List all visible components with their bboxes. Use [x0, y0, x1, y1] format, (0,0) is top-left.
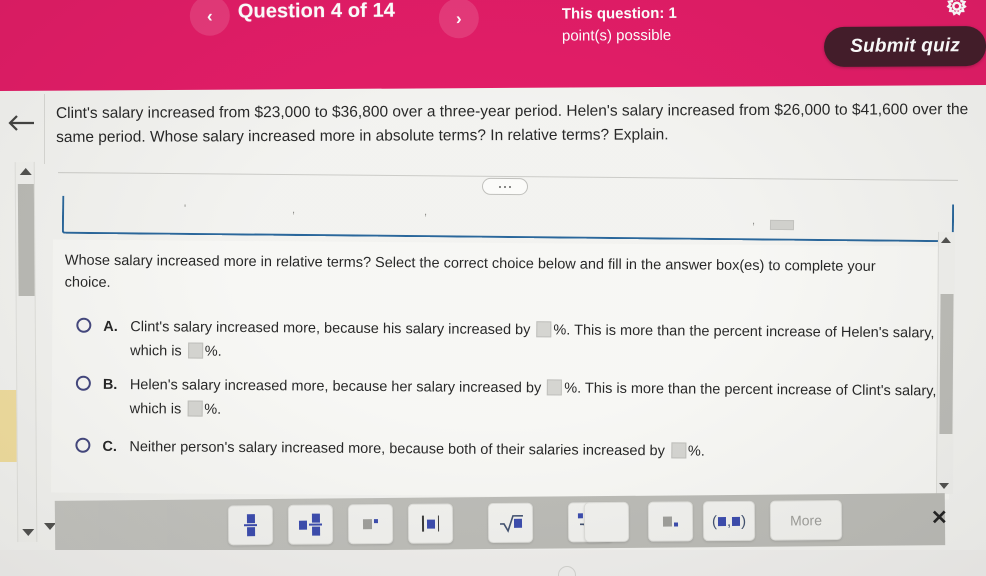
device-bezel	[0, 550, 986, 576]
choice-letter-a: A.	[103, 318, 118, 335]
fraction-icon[interactable]	[227, 504, 274, 546]
radio-button-a[interactable]	[76, 317, 92, 333]
work-input-box[interactable]	[769, 219, 795, 231]
points-possible-suffix: point(s) possible	[561, 26, 672, 45]
choice-text-a: Clint's salary increased more, because h…	[130, 315, 940, 369]
submit-quiz-button[interactable]: Submit quiz	[824, 25, 986, 67]
question-stem: Clint's salary increased from $23,000 to…	[55, 101, 969, 147]
ellipsis-icon[interactable]	[481, 177, 529, 196]
inner-scroll-up-arrow-icon[interactable]	[940, 236, 951, 244]
answer-blank-c1[interactable]	[670, 442, 686, 459]
choice-c-part1: Neither person's salary increased more, …	[129, 439, 665, 460]
choice-letter-b: B.	[102, 376, 118, 393]
ordered-pair-icon[interactable]: (,)	[702, 500, 756, 542]
header-divider	[44, 94, 45, 164]
mixed-number-icon[interactable]	[287, 504, 334, 545]
inner-scroll-down-arrow-icon[interactable]	[939, 482, 950, 490]
choice-b-part1: Helen's salary increased more, because h…	[129, 377, 542, 397]
choice-text-c: Neither person's salary increased more, …	[129, 435, 939, 465]
radio-button-c[interactable]	[75, 437, 91, 453]
choice-letter-c: C.	[102, 438, 117, 455]
answer-panel-scrollbar[interactable]	[935, 231, 956, 495]
scroll-down-arrow-icon[interactable]	[22, 528, 35, 537]
scroll-up-arrow-icon[interactable]	[19, 167, 32, 176]
page-title: Question 4 of 14	[237, 0, 396, 23]
answer-blank-b2[interactable]	[187, 400, 203, 417]
radio-button-b[interactable]	[75, 375, 91, 391]
answer-blank-b1[interactable]	[547, 379, 563, 396]
answer-prompt: Whose salary increased more in relative …	[64, 252, 876, 291]
choice-b-part3: %.	[204, 401, 222, 418]
work-mark-3: ,	[424, 206, 428, 218]
work-mark-4: ,	[752, 215, 756, 227]
nth-root-icon-spacer	[583, 501, 630, 543]
outer-vertical-scrollbar[interactable]	[14, 161, 38, 543]
work-mark-2: ,	[292, 204, 296, 216]
square-root-icon[interactable]	[487, 502, 534, 544]
answer-choice-a[interactable]: A. Clint's salary increased more, becaus…	[70, 315, 940, 360]
quiz-screen: ‹ Question 4 of 14 › possible This quest…	[0, 0, 986, 576]
gear-icon[interactable]	[944, 0, 970, 19]
answer-blank-a1[interactable]	[536, 321, 552, 338]
previous-question-button[interactable]: ‹	[189, 0, 230, 36]
this-question-points-line: This question: 1	[561, 4, 677, 23]
scrollbar-thumb[interactable]	[17, 183, 35, 297]
exponent-icon[interactable]	[347, 503, 394, 545]
work-mark-1: '	[184, 203, 187, 215]
points-info: possible This question: 1 point(s) possi…	[562, 0, 822, 48]
more-button[interactable]: More	[769, 500, 843, 541]
choice-text-b: Helen's salary increased more, because h…	[130, 373, 940, 427]
close-icon[interactable]: ✕	[931, 507, 948, 529]
choice-a-part1: Clint's salary increased more, because h…	[130, 319, 531, 339]
work-area-frame	[61, 195, 955, 243]
choice-a-part3: %.	[204, 343, 222, 360]
inner-scrollbar-thumb[interactable]	[939, 293, 954, 435]
quiz-header: ‹ Question 4 of 14 › possible This quest…	[0, 0, 986, 92]
subscript-icon[interactable]	[647, 501, 694, 542]
choice-c-part2: %.	[687, 443, 705, 460]
math-palette-toolbar: (,) More ✕	[54, 493, 948, 553]
absolute-value-icon[interactable]	[407, 503, 454, 544]
next-question-button[interactable]: ›	[438, 0, 479, 39]
page-edge-highlight	[0, 390, 17, 462]
answer-panel: Whose salary increased more in relative …	[51, 239, 951, 500]
answer-blank-a2[interactable]	[187, 342, 203, 359]
answer-choice-b[interactable]: B. Helen's salary increased more, becaus…	[70, 373, 940, 418]
answer-choice-c[interactable]: C. Neither person's salary increased mor…	[69, 435, 939, 460]
back-arrow-icon[interactable]	[4, 108, 38, 138]
